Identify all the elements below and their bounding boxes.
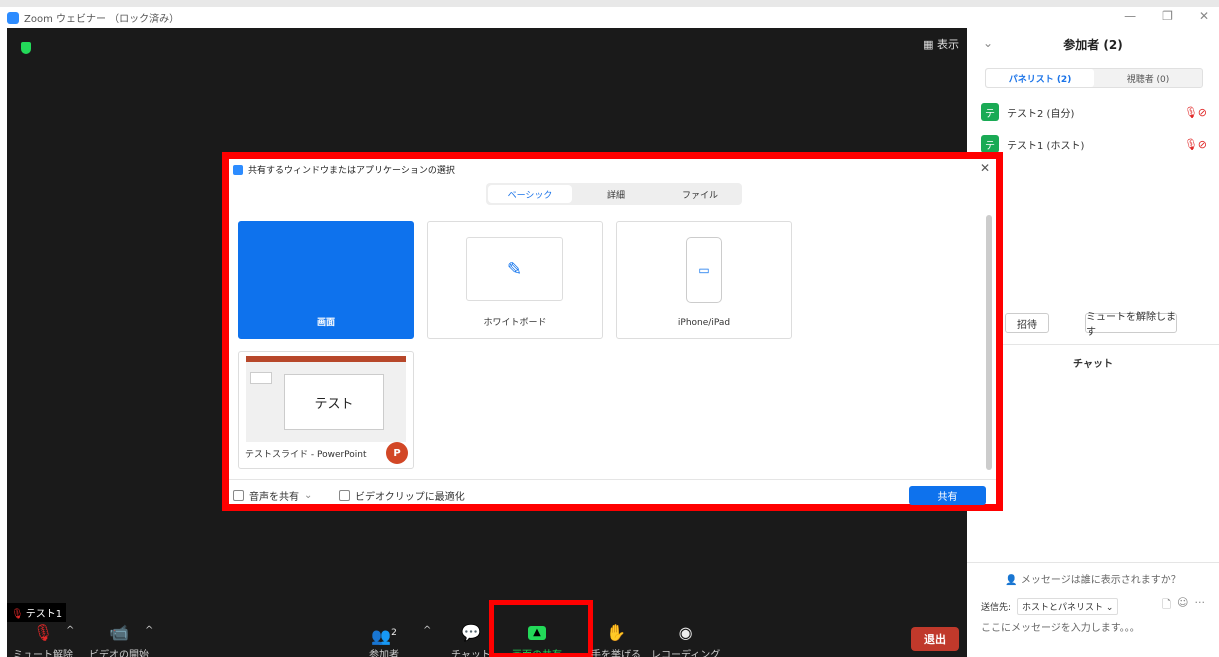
share-tabs: ベーシック 詳細 ファイル: [486, 183, 742, 205]
share-button[interactable]: 共有: [909, 486, 986, 505]
tab-advanced[interactable]: 詳細: [574, 183, 658, 205]
recording-button[interactable]: ◉ レコーディング: [651, 623, 720, 657]
muted-mic-video-icon: 🎙⊘: [1183, 105, 1207, 119]
muted-mic-icon: 🎙: [11, 609, 24, 620]
window-controls: — ❐ ✕: [1124, 9, 1209, 23]
raise-hand-button[interactable]: ✋ 手を挙げる: [591, 623, 641, 657]
tab-panelists[interactable]: パネリスト (2): [986, 69, 1094, 87]
participants-button[interactable]: 👥2 参加者: [369, 623, 399, 657]
panel-title: 参加者 (2): [1063, 38, 1123, 52]
self-name: テスト1: [25, 609, 63, 620]
participant-row[interactable]: テ テスト2 (自分) 🎙⊘: [981, 100, 1211, 124]
chat-recipient: 送信先: ホストとパネリスト ⌄: [981, 598, 1119, 615]
emoji-icon[interactable]: ☺: [1177, 596, 1188, 615]
meeting-toolbar: 🎙 テスト1 🎙 ミュート解除 ^ 📹 ビデオの開始 ^ 👥2 参加者 ^ 💬 チ…: [7, 600, 967, 657]
slide-preview: テスト: [284, 374, 384, 430]
unmute-all-button[interactable]: ミュートを解除します: [1085, 312, 1177, 338]
avatar: テ: [981, 135, 999, 153]
muted-mic-video-icon: 🎙⊘: [1183, 137, 1207, 151]
powerpoint-window-tile[interactable]: テスト テストスライド - PowerPoint P: [238, 351, 414, 469]
leave-button[interactable]: 退出: [911, 627, 959, 651]
mute-button[interactable]: 🎙 ミュート解除: [13, 623, 73, 657]
airplay-icon: ▭: [686, 237, 722, 303]
chat-visibility-hint[interactable]: 👤 メッセージは誰に表示されますか？: [967, 562, 1219, 586]
share-window-dialog: 共有するウィンドウまたはアプリケーションの選択 ✕ ベーシック 詳細 ファイル …: [222, 152, 1003, 511]
window-titlebar: Zoom ウェビナー （ロック済み） — ❐ ✕: [0, 0, 1219, 28]
recipient-select[interactable]: ホストとパネリスト ⌄: [1017, 598, 1119, 615]
record-icon: ◉: [678, 623, 693, 642]
audio-options-chevron-icon[interactable]: ^: [66, 625, 74, 636]
dialog-footer: 音声を共有 ⌄ ビデオクリップに最適化 共有: [229, 479, 996, 505]
chat-button[interactable]: 💬 チャット: [451, 623, 491, 657]
file-icon[interactable]: 🗋: [1162, 596, 1171, 615]
self-name-tag: 🎙 テスト1: [7, 603, 67, 622]
optimize-video-checkbox[interactable]: ビデオクリップに最適化: [339, 488, 465, 503]
invite-button[interactable]: 招待: [1005, 313, 1049, 333]
participant-row[interactable]: テ テスト1 (ホスト) 🎙⊘: [981, 132, 1211, 156]
chat-input[interactable]: ここにメッセージを入力します。。。: [981, 619, 1140, 634]
window-title: Zoom ウェビナー （ロック済み）: [24, 14, 180, 25]
participants-panel: ⌄ 参加者 (2) パネリスト (2) 視聴者 (0) テ テスト2 (自分) …: [967, 28, 1219, 657]
share-button-highlight: [489, 600, 593, 657]
start-video-button[interactable]: 📹 ビデオの開始: [89, 623, 149, 657]
checkbox-icon: [233, 490, 244, 501]
tab-basic[interactable]: ベーシック: [488, 185, 572, 203]
mic-off-icon: 🎙: [32, 623, 54, 642]
participant-name: テスト1 (ホスト): [1007, 140, 1085, 152]
participant-name: テスト2 (自分): [1007, 108, 1075, 120]
close-window-icon[interactable]: ✕: [1199, 9, 1209, 23]
video-options-chevron-icon[interactable]: ^: [145, 625, 153, 636]
hand-icon: ✋: [606, 623, 626, 642]
zoom-logo-icon: [7, 11, 19, 24]
chevron-down-icon[interactable]: ⌄: [304, 490, 312, 501]
view-button[interactable]: ▦ 表示: [923, 36, 959, 52]
iphone-ipad-tile[interactable]: ▭ iPhone/iPad: [616, 221, 792, 339]
chat-tools: 🗋 ☺ ···: [1162, 596, 1205, 615]
avatar: テ: [981, 103, 999, 121]
powerpoint-thumbnail: テスト: [246, 356, 406, 442]
dialog-close-icon[interactable]: ✕: [980, 161, 990, 175]
encryption-shield-icon[interactable]: [21, 42, 31, 54]
screen-tile[interactable]: 画面: [238, 221, 414, 339]
dialog-title: 共有するウィンドウまたはアプリケーションの選択: [233, 163, 455, 176]
minimize-icon[interactable]: —: [1124, 9, 1136, 23]
dialog-scrollbar[interactable]: [986, 215, 992, 470]
share-audio-checkbox[interactable]: 音声を共有 ⌄: [233, 488, 312, 503]
participant-tabs: パネリスト (2) 視聴者 (0): [985, 68, 1203, 88]
window-label: テストスライド - PowerPoint: [245, 450, 367, 460]
video-off-icon: 📹: [109, 623, 129, 642]
slide-thumb: [250, 372, 272, 384]
chat-title: チャット: [967, 344, 1219, 370]
collapse-chevron-icon[interactable]: ⌄: [983, 36, 993, 50]
send-to-label: 送信先:: [981, 603, 1012, 613]
checkbox-icon: [339, 490, 350, 501]
tab-attendees[interactable]: 視聴者 (0): [1094, 69, 1202, 87]
maximize-icon[interactable]: ❐: [1162, 9, 1173, 23]
tab-files[interactable]: ファイル: [658, 183, 742, 205]
pen-icon: ✎: [466, 237, 563, 301]
zoom-logo-icon: [233, 164, 243, 175]
more-icon[interactable]: ···: [1195, 596, 1206, 615]
panel-header: ⌄ 参加者 (2): [967, 36, 1219, 58]
person-icon: 👤: [1005, 575, 1021, 586]
chat-icon: 💬: [460, 623, 481, 642]
whiteboard-tile[interactable]: ✎ ホワイトボード: [427, 221, 603, 339]
participants-icon: 👥2: [371, 626, 397, 646]
participants-chevron-icon[interactable]: ^: [423, 625, 431, 636]
powerpoint-icon: P: [386, 442, 408, 464]
